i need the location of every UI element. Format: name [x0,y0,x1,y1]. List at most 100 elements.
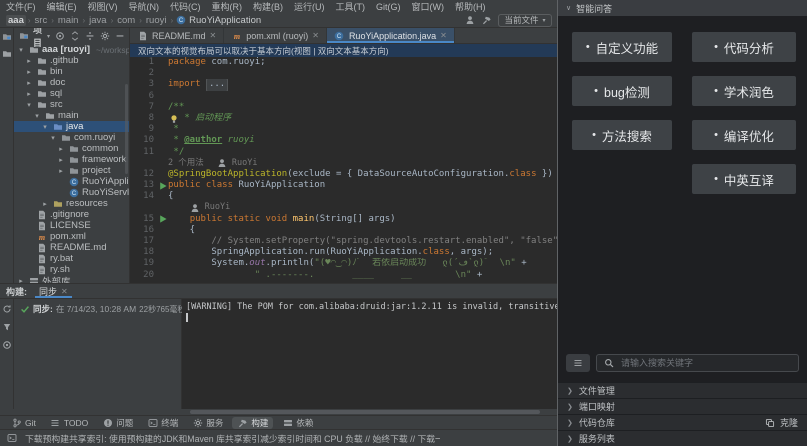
tree-item-resources[interactable]: ▸resources [14,198,129,209]
project-target-icon[interactable] [54,31,65,42]
menu-item[interactable]: 工具(T) [336,0,366,13]
build-panel-title: 构建: [6,285,27,298]
tree-item-readme.md[interactable]: README.md [14,242,129,253]
assistant-button-中英互译[interactable]: •中英互译 [692,164,796,194]
tree-item-src[interactable]: ▾src [14,99,129,110]
intention-bulb-icon[interactable] [168,113,179,124]
assistant-button-编译优化[interactable]: •编译优化 [692,120,796,150]
tree-item-bin[interactable]: ▸bin [14,66,129,77]
build-refresh-icon[interactable] [1,303,12,314]
background-tasks-icon[interactable] [6,433,17,444]
breadcrumb-item[interactable]: main [56,15,81,26]
tree-item-ruoyiservletinitiali[interactable]: CRuoYiServletInitiali [14,187,129,198]
menu-item[interactable]: 代码(C) [170,0,201,13]
project-stripe-icon[interactable] [1,31,12,42]
menu-hamburger-button[interactable] [566,354,590,372]
commit-stripe-icon[interactable] [1,48,12,59]
tool-window-button-问题[interactable]: 问题 [97,417,138,429]
run-line-icon[interactable] [158,214,169,225]
editor-tab-pom.xml[interactable]: mpom.xml (ruoyi)✕ [224,28,327,43]
menu-item[interactable]: 文件(F) [6,0,36,13]
inlay-hint[interactable]: RuoYi [205,202,231,213]
inlay-hint[interactable]: RuoYi [232,158,258,169]
build-filter-icon[interactable] [1,321,12,332]
tool-window-button-终端[interactable]: 终端 [142,417,183,429]
tree-item-common[interactable]: ▸common [14,143,129,154]
tree-item-project[interactable]: ▸project [14,165,129,176]
project-divide-icon[interactable] [84,31,95,42]
close-icon[interactable]: ✕ [61,287,68,296]
tool-window-button-todo[interactable]: TODO [45,417,93,429]
tree-item-pom.xml[interactable]: mpom.xml [14,231,129,242]
menu-item[interactable]: 帮助(H) [455,0,486,13]
assistant-panel-header[interactable]: ∨ 智能问答 [558,0,807,16]
run-line-icon[interactable] [158,180,169,191]
tree-item-.gitignore[interactable]: .gitignore [14,209,129,220]
sync-duration: 22秒765毫秒 [139,304,185,315]
tree-item-doc[interactable]: ▸doc [14,77,129,88]
close-tab-icon[interactable]: ✕ [440,31,447,40]
tool-window-button-git[interactable]: Git [6,417,41,429]
breadcrumb-item[interactable]: java [87,15,108,26]
package-icon [68,143,79,154]
search-input[interactable] [619,357,792,369]
assistant-section-端口映射[interactable]: ❯端口映射 [558,398,807,414]
project-gear-icon[interactable] [99,31,110,42]
tree-item-sql[interactable]: ▸sql [14,88,129,99]
tree-scrollbar[interactable] [125,84,128,174]
tree-item-ry.bat[interactable]: ry.bat [14,253,129,264]
status-message[interactable]: 下载预构建共享索引: 使用预构建的JDK和Maven 库共享索引减少索引时间和 … [25,432,440,445]
menu-item[interactable]: 导航(N) [129,0,160,13]
menu-item[interactable]: Git(G) [376,2,401,12]
search-icon [603,358,614,369]
close-tab-icon[interactable]: ✕ [312,31,319,40]
assistant-button-学术润色[interactable]: •学术润色 [692,76,796,106]
menu-item[interactable]: 构建(B) [253,0,283,13]
tool-window-button-服务[interactable]: 服务 [187,417,228,429]
editor-tab-ruoyiapplication.java[interactable]: CRuoYiApplication.java✕ [327,28,455,43]
tool-window-button-构建[interactable]: 构建 [232,417,273,429]
clone-icon [765,417,776,428]
user-toolbar-icon[interactable] [464,15,475,26]
assistant-section-服务列表[interactable]: ❯服务列表 [558,430,807,446]
project-collapse-icon[interactable] [69,31,80,42]
tree-item-aaa-ruoyi-[interactable]: ▾aaa [ruoyi]~/workspace/aaa [14,44,129,55]
assistant-section-代码仓库[interactable]: ❯代码仓库克隆 [558,414,807,430]
tree-item-framework[interactable]: ▸framework [14,154,129,165]
assistant-button-自定义功能[interactable]: •自定义功能 [572,32,672,62]
breadcrumb-item[interactable]: ruoyi [144,15,169,26]
project-minus-icon[interactable] [114,31,125,42]
assistant-section-文件管理[interactable]: ❯文件管理 [558,382,807,398]
build-sync-row[interactable]: 同步: 在 7/14/23, 10:28 AM 22秒765毫秒 [19,303,176,315]
editor-tab-readme.md[interactable]: README.md✕ [130,28,224,43]
tool-window-button-依赖[interactable]: 依赖 [277,417,318,429]
tree-item-.github[interactable]: ▸.github [14,55,129,66]
build-target-icon[interactable] [1,339,12,350]
tree-item-外部库[interactable]: ▸外部库 [14,275,129,283]
assistant-button-bug检测[interactable]: •bug检测 [572,76,672,106]
tree-item-ry.sh[interactable]: ry.sh [14,264,129,275]
folder-icon [28,44,39,55]
assistant-button-代码分析[interactable]: •代码分析 [692,32,796,62]
breadcrumb-item[interactable]: src [33,15,50,26]
breadcrumb-item[interactable]: com [115,15,137,26]
tree-item-license[interactable]: LICENSE [14,220,129,231]
tree-item-com.ruoyi[interactable]: ▾com.ruoyi [14,132,129,143]
inlay-hint[interactable]: 2 个用法 [168,158,204,169]
build-tab-sync[interactable]: 同步✕ [35,284,72,298]
tree-item-main[interactable]: ▾main [14,110,129,121]
run-configuration-combo[interactable]: 当前文件▾ [498,14,551,27]
tree-item-java[interactable]: ▾java [14,121,129,132]
breadcrumb-current[interactable]: CRuoYiApplication [175,15,261,26]
assistant-button-方法搜索[interactable]: •方法搜索 [572,120,672,150]
tree-item-ruoyiapplication[interactable]: CRuoYiApplication [14,176,129,187]
menu-item[interactable]: 窗口(W) [412,0,445,13]
clone-button[interactable]: 克隆 [765,416,798,429]
hammer-toolbar-icon[interactable] [481,15,492,26]
menu-item[interactable]: 视图(V) [88,0,118,13]
menu-item[interactable]: 运行(U) [294,0,325,13]
menu-item[interactable]: 编辑(E) [47,0,77,13]
breadcrumb-item[interactable]: aaa [6,15,26,26]
close-tab-icon[interactable]: ✕ [210,31,217,40]
menu-item[interactable]: 重构(R) [212,0,243,13]
